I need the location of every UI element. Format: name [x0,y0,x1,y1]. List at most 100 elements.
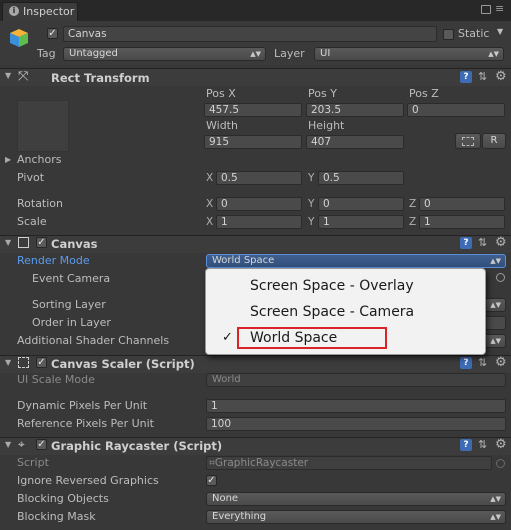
tab-menu-icon[interactable]: ≡ [495,2,504,16]
help-book-icon[interactable]: ? [460,237,472,249]
shader-channels-label: Additional Shader Channels [17,334,170,347]
tag-dropdown[interactable]: Untagged ▲▼ [63,47,266,61]
render-mode-menu: Screen Space - Overlay Screen Space - Ca… [205,268,486,355]
script-field: ⌗GraphicRaycaster [206,456,492,470]
scale-x-axis-label: X [206,216,214,228]
layer-value: UI [320,48,331,59]
lock-icon[interactable] [481,5,491,14]
foldout-arrow-icon[interactable]: ▼ [5,238,11,247]
object-picker-icon[interactable] [496,273,505,282]
rect-transform-title: Rect Transform [51,71,150,85]
pivot-x-axis-label: X [206,172,214,184]
scale-y-field[interactable]: 1 [318,215,404,229]
pos-z-field[interactable]: 0 [407,103,505,117]
chevron-updown-icon: ▲▼ [488,50,499,58]
checkmark-icon: ✓ [222,330,233,345]
pos-y-field[interactable]: 203.5 [306,103,404,117]
preset-sliders-icon[interactable]: ⇅ [478,71,490,83]
pos-y-label: Pos Y [308,87,337,100]
help-book-icon[interactable]: ? [460,439,472,451]
help-book-icon[interactable]: ? [460,357,472,369]
raw-edit-button[interactable]: R [482,133,506,149]
menu-item-screen-space-camera[interactable]: Screen Space - Camera [250,303,414,321]
script-value: GraphicRaycaster [214,457,309,469]
layer-dropdown[interactable]: UI ▲▼ [314,47,504,61]
reference-pixels-label: Reference Pixels Per Unit [17,417,154,430]
blocking-mask-label: Blocking Mask [17,510,96,523]
foldout-arrow-icon[interactable]: ▼ [5,358,11,367]
gear-icon[interactable]: ⚙ [495,70,507,83]
ui-scale-mode-value: World [212,374,241,385]
raycaster-icon: ⌖ [18,437,25,451]
graphic-raycaster-title: Graphic Raycaster (Script) [51,439,223,453]
canvas-scaler-title: Canvas Scaler (Script) [51,357,195,371]
scale-z-field[interactable]: 1 [419,215,505,229]
rotation-label: Rotation [17,197,64,210]
static-checkbox[interactable] [443,29,454,40]
pos-x-field[interactable]: 457.5 [204,103,302,117]
canvas-scaler-enabled-checkbox[interactable]: ✓ [36,357,47,368]
blueprint-icon [462,137,474,146]
gear-icon[interactable]: ⚙ [495,236,507,249]
scale-x-field[interactable]: 1 [216,215,302,229]
foldout-arrow-icon[interactable]: ▼ [5,440,11,449]
pos-z-label: Pos Z [409,87,439,100]
anchors-foldout-icon[interactable]: ▶ [5,155,11,164]
rect-transform-icon: ⤧ [18,69,29,84]
name-field[interactable]: Canvas [63,26,437,42]
static-dropdown-icon[interactable]: ▼ [497,27,503,36]
event-camera-label: Event Camera [32,272,111,285]
reference-pixels-field[interactable]: 100 [206,417,506,431]
blocking-objects-dropdown[interactable]: None ▲▼ [206,492,506,506]
chevron-updown-icon: ▲▼ [490,337,501,345]
blocking-mask-dropdown[interactable]: Everything ▲▼ [206,510,506,524]
scale-z-axis-label: Z [409,216,417,228]
active-checkbox[interactable]: ✓ [47,28,58,39]
pivot-label: Pivot [17,171,45,184]
preset-sliders-icon[interactable]: ⇅ [478,439,490,451]
preset-sliders-icon[interactable]: ⇅ [478,357,490,369]
height-label: Height [308,119,345,132]
menu-item-screen-space-overlay[interactable]: Screen Space - Overlay [250,277,414,295]
foldout-arrow-icon[interactable]: ▼ [5,71,11,80]
gear-icon[interactable]: ⚙ [495,356,507,369]
tab-inspector[interactable]: i Inspector [2,2,78,21]
pivot-x-field[interactable]: 0.5 [216,171,302,185]
raycaster-enabled-checkbox[interactable]: ✓ [36,439,47,450]
script-label: Script [17,456,49,469]
dynamic-pixels-field[interactable]: 1 [206,399,506,413]
canvas-title: Canvas [51,237,98,251]
rotation-x-field[interactable]: 0 [216,197,302,211]
pos-x-label: Pos X [206,87,236,100]
pivot-y-field[interactable]: 0.5 [318,171,404,185]
canvas-enabled-checkbox[interactable]: ✓ [36,237,47,248]
ignore-reversed-checkbox[interactable]: ✓ [206,475,217,486]
anchor-preset-box[interactable] [17,100,69,152]
info-icon: i [9,6,19,16]
chevron-updown-icon: ▲▼ [490,301,501,309]
width-label: Width [206,119,238,132]
height-field[interactable]: 407 [306,135,404,149]
chevron-updown-icon: ▲▼ [490,495,501,503]
tag-label: Tag [37,47,56,60]
blocking-objects-label: Blocking Objects [17,492,109,505]
help-book-icon[interactable]: ? [460,71,472,83]
chevron-updown-icon: ▲▼ [490,257,501,265]
anchors-label[interactable]: Anchors [17,153,62,167]
ui-scale-mode-dropdown: World [206,373,506,387]
selection-highlight-box [237,327,387,349]
width-field[interactable]: 915 [204,135,302,149]
rotation-y-field[interactable]: 0 [318,197,404,211]
preset-sliders-icon[interactable]: ⇅ [478,237,490,249]
gear-icon[interactable]: ⚙ [495,438,507,451]
ui-scale-mode-label: UI Scale Mode [17,373,95,386]
chevron-updown-icon: ▲▼ [250,50,261,58]
sorting-layer-label: Sorting Layer [32,298,106,311]
render-mode-value: World Space [212,255,275,266]
rot-z-axis-label: Z [409,198,417,210]
static-label: Static [458,27,490,40]
blueprint-mode-button[interactable] [455,133,481,149]
render-mode-dropdown[interactable]: World Space ▲▼ [206,254,506,268]
tag-value: Untagged [69,48,118,59]
rotation-z-field[interactable]: 0 [419,197,505,211]
